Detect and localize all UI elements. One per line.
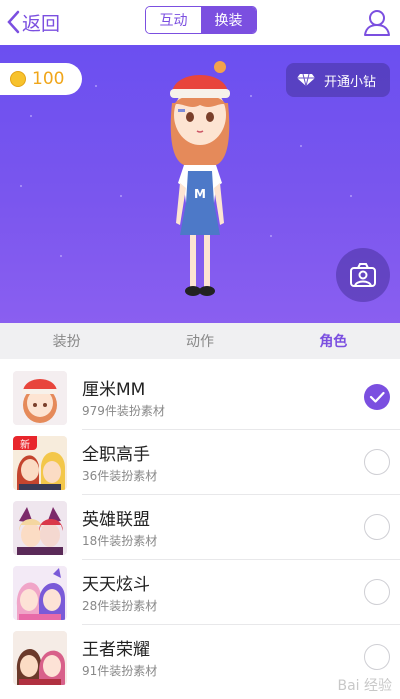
checkmark-icon [369,391,385,403]
mode-switch: 互动 换装 [145,6,257,34]
role-subtitle: 36件装扮素材 [82,469,158,483]
role-subtitle: 18件装扮素材 [82,534,158,548]
svg-text:M: M [194,187,206,201]
role-title: 厘米MM [82,380,146,400]
role-select-checkbox[interactable] [364,449,390,475]
back-label: 返回 [22,12,61,35]
camera-icon [350,263,376,287]
camera-button[interactable] [336,248,390,302]
tab-role[interactable]: 角色 [267,323,400,359]
tab-interact[interactable]: 互动 [146,7,201,33]
role-title: 全职高手 [82,445,150,465]
role-title: 天天炫斗 [82,575,150,595]
role-select-checkbox[interactable] [364,384,390,410]
avatar-figure[interactable]: M [150,53,250,303]
role-title: 王者荣耀 [82,640,150,660]
role-subtitle: 91件装扮素材 [82,664,158,678]
profile-icon[interactable] [362,7,392,37]
coin-balance[interactable]: 100 [0,63,82,95]
chevron-left-icon [7,10,20,34]
role-select-checkbox[interactable] [364,644,390,670]
role-thumbnail [13,371,67,425]
coin-icon [10,71,26,87]
vip-label: 开通小钻 [324,74,377,90]
top-bar: 返回 互动 换装 [0,0,400,45]
list-item[interactable]: 天天炫斗 28件装扮素材 [0,560,400,625]
role-thumbnail [13,501,67,555]
coin-count: 100 [32,69,65,89]
role-subtitle: 28件装扮素材 [82,599,158,613]
role-thumbnail [13,631,67,685]
tab-action[interactable]: 动作 [133,323,266,359]
category-tabs: 装扮 动作 角色 [0,323,400,359]
avatar-stage: 100 开通小钻 M [0,45,400,323]
vip-button[interactable]: 开通小钻 [286,63,390,97]
list-item[interactable]: 英雄联盟 18件装扮素材 [0,495,400,560]
watermark: Bai 经验 [337,678,392,694]
role-thumbnail [13,566,67,620]
role-title: 英雄联盟 [82,510,150,530]
diamond-icon [297,73,315,87]
tab-outfit[interactable]: 装扮 [0,323,133,359]
role-select-checkbox[interactable] [364,514,390,540]
list-item[interactable]: 新 全职高手 36件装扮素材 [0,430,400,495]
list-item[interactable]: 厘米MM 979件装扮素材 [0,365,400,430]
role-select-checkbox[interactable] [364,579,390,605]
back-button[interactable]: 返回 [6,7,60,37]
new-badge: 新 [13,436,37,451]
tab-dress-up[interactable]: 换装 [201,7,256,33]
role-thumbnail: 新 [13,436,67,490]
role-subtitle: 979件装扮素材 [82,404,165,418]
